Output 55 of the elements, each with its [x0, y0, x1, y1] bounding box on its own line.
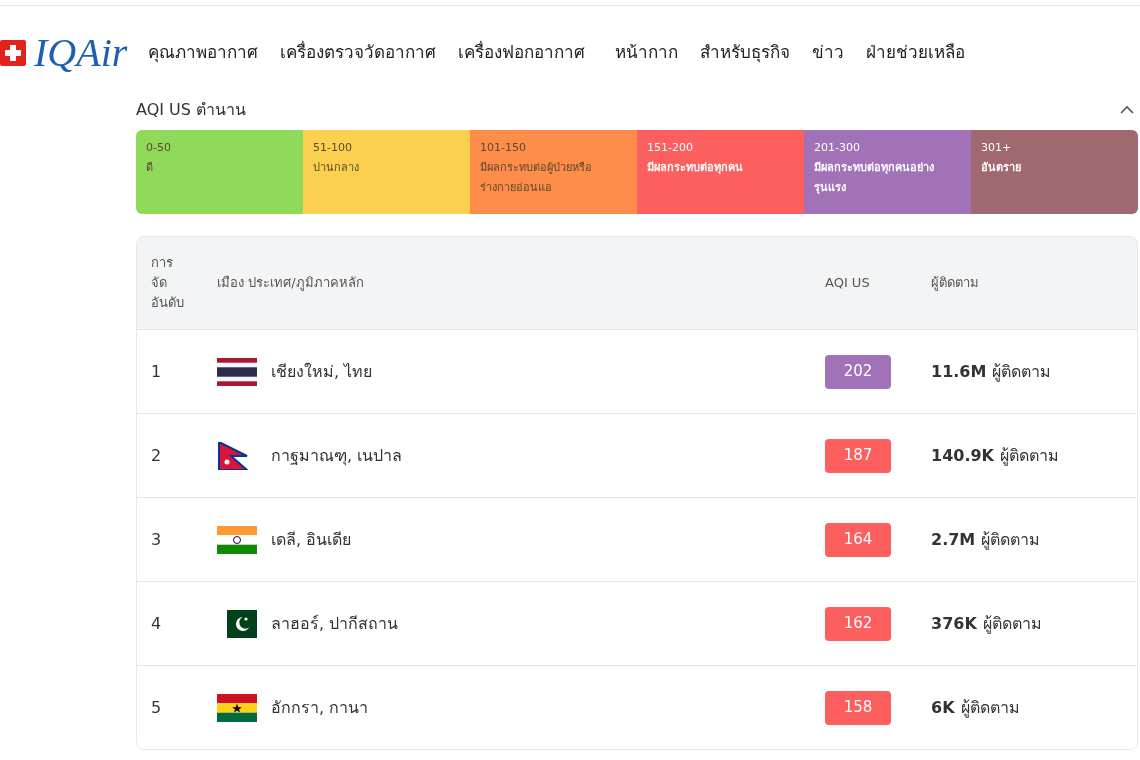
follower-count: 6K [931, 696, 955, 719]
legend-range: 151-200 [647, 140, 694, 156]
flag-icon [217, 693, 257, 722]
legend-range: 101-150 [480, 140, 527, 156]
follower-label: ผู้ติดตาม [982, 612, 1042, 636]
city-name[interactable]: ลาฮอร์, ปากีสถาน [271, 611, 399, 636]
legend-range: 201-300 [814, 140, 861, 156]
rank-cell-text: 4 [150, 612, 163, 635]
rank-cell-text: 2 [150, 444, 163, 467]
follower-count: 376K [931, 612, 977, 635]
aqi-badge: 164 [825, 522, 891, 557]
legend-range: 301+ [981, 140, 1013, 156]
aqi-badge: 202 [825, 354, 891, 389]
city-name[interactable]: อักกรา, กานา [271, 695, 369, 720]
aqi-badge: 162 [825, 606, 891, 641]
follower-count: 2.7M [931, 528, 976, 551]
column-header: ผู้ติดตาม [931, 274, 980, 293]
city-name[interactable]: เดลี, อินเดีย [271, 527, 352, 552]
nav-link[interactable]: ข่าว [812, 39, 844, 66]
legend-title: AQI US ตำนาน [136, 99, 246, 121]
rank-cell-text: 1 [150, 360, 163, 383]
city-name[interactable]: กาฐมาณฑุ, เนปาล [271, 443, 403, 468]
follower-label: ผู้ติดตาม [960, 696, 1020, 720]
nav-link[interactable]: หน้ากาก [615, 39, 678, 66]
rank-cell-text: 5 [150, 696, 163, 719]
nav-link[interactable]: ฝ่ายช่วยเหลือ [866, 39, 965, 66]
aqi-badge: 158 [825, 690, 891, 725]
column-header: การ จัด อันดับ [150, 254, 185, 312]
follower-label: ผู้ติดตาม [992, 360, 1052, 384]
legend-label: ดี [146, 160, 154, 176]
flag-icon [217, 357, 257, 386]
logo[interactable]: IQAir [34, 32, 128, 73]
legend-range: 51-100 [313, 140, 353, 156]
legend-range: 0-50 [146, 140, 172, 156]
aqi-badge: 187 [825, 438, 891, 473]
follower-count: 140.9K [931, 444, 994, 467]
legend-label: มีผลกระทบต่อทุกคน [647, 160, 744, 176]
legend-label: ปานกลาง [313, 160, 360, 176]
follower-label: ผู้ติดตาม [1000, 444, 1059, 468]
chevron-up-icon[interactable] [1120, 105, 1134, 115]
nav-link[interactable]: สำหรับธุรกิจ [700, 39, 790, 66]
city-name[interactable]: เชียงใหม่, ไทย [271, 359, 373, 384]
rank-cell-text: 3 [150, 528, 163, 551]
legend-label: มีผลกระทบต่อผู้ป่วยหรือร่างกายอ่อนแอ [480, 160, 593, 196]
legend-label: มีผลกระทบต่อทุกคนอย่างรุนแรง [814, 160, 935, 196]
swiss-cross-icon [0, 39, 26, 66]
column-header: AQI US [825, 274, 871, 293]
column-header: เมือง ประเทศ/ภูมิภาคหลัก [217, 274, 365, 293]
follower-count: 11.6M [931, 360, 987, 383]
nav-link[interactable]: คุณภาพอากาศ [148, 39, 258, 66]
flag-icon [217, 525, 257, 554]
follower-label: ผู้ติดตาม [981, 528, 1041, 552]
legend-label: อันตราย [981, 160, 1022, 176]
nav-link[interactable]: เครื่องฟอกอากาศ [458, 39, 585, 66]
nav-link[interactable]: เครื่องตรวจวัดอากาศ [280, 39, 436, 66]
